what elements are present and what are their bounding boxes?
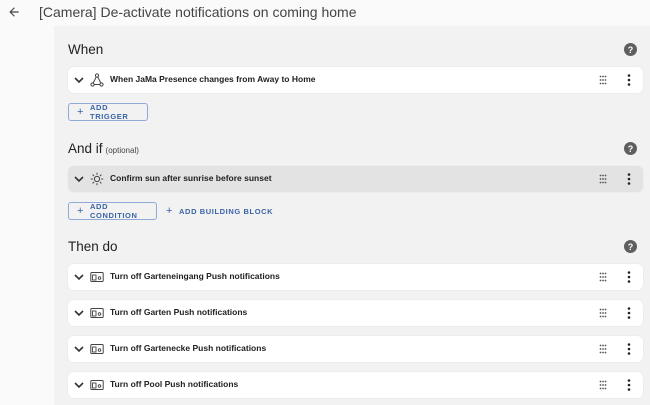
device-icon: [90, 380, 104, 390]
chevron-down-icon[interactable]: [74, 343, 84, 355]
action-label: Turn off Garten Push notifications: [110, 307, 248, 317]
chevron-down-icon[interactable]: [74, 173, 84, 185]
sun-icon: [90, 172, 104, 186]
device-icon: [90, 272, 104, 282]
device-icon: [90, 344, 104, 354]
condition-row[interactable]: Confirm sun after sunrise before sunset: [68, 166, 643, 192]
more-vert-icon[interactable]: [627, 271, 631, 283]
page-title: [Camera] De-activate notifications on co…: [39, 4, 357, 20]
more-vert-icon[interactable]: [627, 343, 631, 355]
help-icon[interactable]: ?: [624, 142, 637, 155]
action-row[interactable]: Turn off Garteneingang Push notification…: [68, 264, 643, 290]
state-change-icon: [90, 73, 104, 87]
help-icon[interactable]: ?: [624, 43, 637, 56]
top-bar: [Camera] De-activate notifications on co…: [0, 0, 650, 26]
add-condition-label: ADD CONDITION: [90, 202, 138, 220]
drag-handle-icon[interactable]: [599, 174, 607, 184]
trigger-row[interactable]: When JaMa Presence changes from Away to …: [68, 67, 643, 93]
drag-handle-icon[interactable]: [599, 380, 607, 390]
add-trigger-button[interactable]: + ADD TRIGGER: [68, 103, 148, 121]
more-vert-icon[interactable]: [627, 173, 631, 185]
action-label: Turn off Garteneingang Push notification…: [110, 271, 280, 281]
optional-label: (optional): [105, 146, 139, 155]
then-do-section-title: Then do: [68, 239, 118, 254]
more-vert-icon[interactable]: [627, 379, 631, 391]
trigger-label: When JaMa Presence changes from Away to …: [110, 74, 316, 84]
when-section-title: When: [68, 42, 104, 57]
chevron-down-icon[interactable]: [74, 271, 84, 283]
chevron-down-icon[interactable]: [74, 379, 84, 391]
condition-label: Confirm sun after sunrise before sunset: [110, 173, 272, 183]
drag-handle-icon[interactable]: [599, 75, 607, 85]
more-vert-icon[interactable]: [627, 74, 631, 86]
drag-handle-icon[interactable]: [599, 344, 607, 354]
action-label: Turn off Pool Push notifications: [110, 379, 239, 389]
help-icon[interactable]: ?: [624, 240, 637, 253]
action-row[interactable]: Turn off Garten Push notifications: [68, 300, 643, 326]
more-vert-icon[interactable]: [627, 307, 631, 319]
and-if-title: And if: [68, 141, 103, 156]
chevron-down-icon[interactable]: [74, 307, 84, 319]
drag-handle-icon[interactable]: [599, 272, 607, 282]
action-label: Turn off Gartenecke Push notifications: [110, 343, 267, 353]
action-row[interactable]: Turn off Gartenecke Push notifications: [68, 336, 643, 362]
device-icon: [90, 308, 104, 318]
and-if-section-title: And if (optional): [68, 141, 139, 156]
drag-handle-icon[interactable]: [599, 308, 607, 318]
plus-icon: +: [77, 205, 85, 217]
add-building-block-button[interactable]: + ADD BUILDING BLOCK: [166, 202, 273, 220]
plus-icon: +: [166, 205, 174, 217]
add-condition-button[interactable]: + ADD CONDITION: [68, 202, 157, 220]
chevron-down-icon[interactable]: [74, 74, 84, 86]
add-trigger-label: ADD TRIGGER: [90, 103, 129, 121]
back-arrow-icon[interactable]: [4, 2, 24, 22]
add-building-block-label: ADD BUILDING BLOCK: [179, 206, 274, 216]
plus-icon: +: [77, 106, 85, 118]
action-row[interactable]: Turn off Pool Push notifications: [68, 372, 643, 398]
